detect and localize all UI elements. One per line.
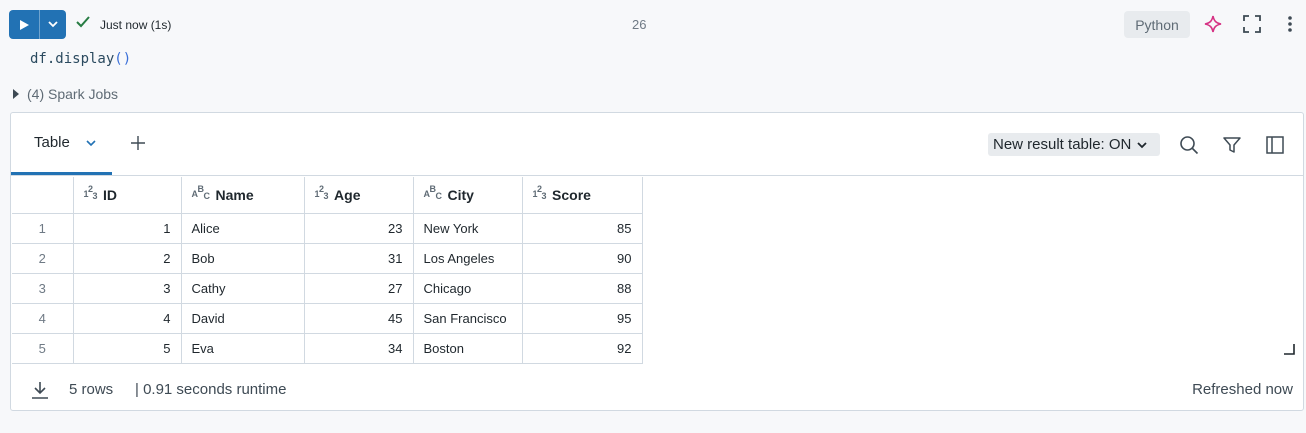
results-tabbar: Table New result table: ON — [11, 113, 1303, 176]
cell-city[interactable]: New York — [412, 212, 523, 244]
cell-city[interactable]: Los Angeles — [412, 242, 523, 274]
cell-score[interactable]: 90 — [521, 242, 643, 274]
column-header-score[interactable]: 1 2 3 Score — [521, 177, 643, 214]
row-number: 4 — [12, 302, 74, 334]
row-number: 5 — [12, 332, 74, 364]
new-result-table-label: New result table: ON — [993, 136, 1132, 153]
string-type-icon: ABC — [423, 184, 443, 202]
table-row: 5 5 Eva 34 Boston 92 — [12, 332, 643, 364]
table-row: 3 3 Cathy 27 Chicago 88 — [12, 272, 643, 304]
tab-table-label: Table — [34, 134, 70, 151]
tab-table[interactable]: Table — [11, 113, 112, 175]
cell-age[interactable]: 23 — [303, 212, 414, 244]
cell-score[interactable]: 88 — [521, 272, 643, 304]
search-icon[interactable] — [1177, 133, 1201, 157]
code-parens: () — [114, 51, 132, 67]
download-icon[interactable] — [30, 379, 50, 401]
column-header-label: ID — [103, 186, 118, 203]
cell-name[interactable]: Cathy — [180, 272, 305, 304]
row-number: 1 — [12, 212, 74, 244]
column-header-city[interactable]: A B C City — [412, 177, 523, 214]
column-header-id[interactable]: 1 2 3 ID — [72, 177, 182, 214]
spark-jobs-toggle[interactable]: (4) Spark Jobs — [13, 86, 118, 102]
cell-score[interactable]: 95 — [521, 302, 643, 334]
cell-score[interactable]: 92 — [521, 332, 643, 364]
runtime-text: | 0.91 seconds runtime — [135, 381, 287, 398]
numeric-type-icon: 123 — [83, 184, 98, 202]
cell-city[interactable]: San Francisco — [412, 302, 523, 334]
column-header-label: Name — [215, 186, 254, 203]
string-type-icon: ABC — [191, 184, 211, 202]
results-footer: 5 rows | 0.91 seconds runtime Refreshed … — [11, 371, 1303, 411]
cell-name[interactable]: Bob — [180, 242, 305, 274]
column-header-name[interactable]: A B C Name — [180, 177, 305, 214]
filter-icon[interactable] — [1220, 133, 1244, 157]
cell-number: 26 — [632, 17, 647, 32]
status-text: Just now (1s) — [100, 17, 172, 32]
chevron-down-icon[interactable] — [40, 10, 66, 39]
row-number: 2 — [12, 242, 74, 274]
code-editor[interactable]: df.display() — [30, 51, 131, 67]
cell-score[interactable]: 85 — [521, 212, 643, 244]
run-cell-button[interactable] — [9, 10, 66, 39]
refreshed-status: Refreshed now — [1192, 381, 1293, 398]
chevron-down-icon — [1137, 136, 1148, 153]
add-visualization-icon[interactable] — [128, 133, 148, 153]
column-header-label: Age — [334, 186, 361, 203]
cell-name[interactable]: Eva — [180, 332, 305, 364]
row-number-header — [12, 177, 74, 214]
table-header-row: 1 2 3 ID A B C Name 1 2 3 Age A B C City 1 2 3 Score — [12, 177, 643, 214]
chevron-down-icon[interactable] — [86, 134, 96, 152]
caret-right-icon — [13, 86, 19, 102]
cell-age[interactable]: 34 — [303, 332, 414, 364]
cell-name[interactable]: Alice — [180, 212, 305, 244]
check-icon — [75, 15, 91, 34]
row-number: 3 — [12, 272, 74, 304]
cell-age[interactable]: 45 — [303, 302, 414, 334]
cell-city[interactable]: Chicago — [412, 272, 523, 304]
results-table: 1 2 3 ID A B C Name 1 2 3 Age A B C City 1 2 3 Score 1 — [12, 177, 643, 364]
column-header-label: Score — [552, 186, 591, 203]
cell-city[interactable]: Boston — [412, 332, 523, 364]
cell-id[interactable]: 3 — [72, 272, 182, 304]
cell-toolbar: Just now (1s) 26 Python — [0, 0, 1306, 48]
numeric-type-icon: 123 — [314, 184, 329, 202]
column-header-age[interactable]: 1 2 3 Age — [303, 177, 414, 214]
code-method: .display — [46, 51, 115, 67]
cell-name[interactable]: David — [180, 302, 305, 334]
cell-id[interactable]: 2 — [72, 242, 182, 274]
cell-id[interactable]: 5 — [72, 332, 182, 364]
cell-age[interactable]: 27 — [303, 272, 414, 304]
language-selector[interactable]: Python — [1124, 11, 1190, 38]
row-count: 5 rows — [69, 381, 114, 398]
new-result-table-toggle[interactable]: New result table: ON — [988, 133, 1160, 156]
cell-age[interactable]: 31 — [303, 242, 414, 274]
table-row: 4 4 David 45 San Francisco 95 — [12, 302, 643, 334]
cell-id[interactable]: 4 — [72, 302, 182, 334]
table-row: 2 2 Bob 31 Los Angeles 90 — [12, 242, 643, 274]
table-row: 1 1 Alice 23 New York 85 — [12, 212, 643, 244]
kebab-menu-icon[interactable] — [1279, 13, 1301, 35]
fullscreen-icon[interactable] — [1241, 13, 1263, 35]
play-icon[interactable] — [9, 10, 39, 39]
numeric-type-icon: 123 — [532, 184, 547, 202]
column-header-label: City — [447, 186, 474, 203]
spark-jobs-label: (4) Spark Jobs — [27, 86, 119, 102]
sidebar-panel-icon[interactable] — [1263, 133, 1287, 157]
results-panel: Table New result table: ON 1 2 3 ID A B … — [10, 112, 1304, 411]
resize-handle-icon[interactable] — [1283, 342, 1295, 355]
assistant-sparkle-icon[interactable] — [1202, 13, 1224, 35]
code-object: df — [30, 51, 47, 67]
run-status: Just now (1s) — [75, 15, 171, 34]
cell-id[interactable]: 1 — [72, 212, 182, 244]
